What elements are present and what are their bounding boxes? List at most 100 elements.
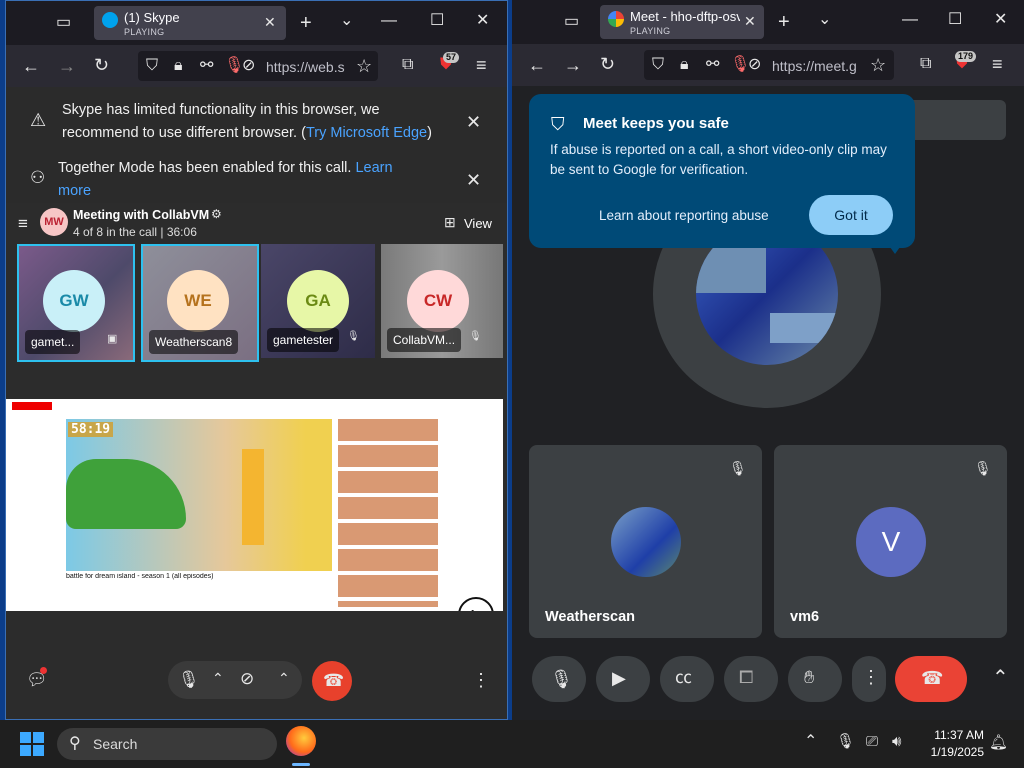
video-player[interactable]: 58:19	[66, 419, 332, 571]
taskbar-search-box[interactable]: ⚲ Search	[57, 728, 277, 760]
windows-start-icon[interactable]	[20, 732, 44, 756]
video-timer: 58:19	[68, 422, 114, 437]
meeting-details-bar[interactable]	[900, 100, 1006, 140]
screen-share-icon: ▣	[107, 333, 118, 345]
new-tab-icon[interactable]: +	[300, 13, 312, 33]
more-options-button[interactable]: ⋮	[852, 656, 886, 702]
new-tab-icon[interactable]: +	[778, 12, 790, 32]
maximize-icon[interactable]: ☐	[948, 12, 962, 28]
participant-tile[interactable]: 🎙︎ Weatherscan	[529, 445, 762, 638]
grid-view-icon[interactable]: ⊞	[444, 215, 456, 229]
camera-button[interactable]: ▶	[596, 656, 650, 702]
more-options-icon: ⋮	[862, 667, 880, 687]
forward-icon[interactable]: →	[564, 56, 582, 74]
network-icon[interactable]: ⎚	[866, 734, 878, 749]
maximize-icon[interactable]: ☐	[430, 13, 444, 29]
tab-list-icon[interactable]: ▭	[56, 15, 71, 31]
nav-bar: ← → ↻ ⛉ 🔒︎ ⚯ 🎙︎ ⊘ https://meet.g ☆ ⧉ ⛊ 1…	[512, 44, 1024, 86]
participant-name: CollabVM...	[387, 328, 462, 352]
tab-skype[interactable]: (1) Skype PLAYING ✕	[94, 6, 286, 40]
zoom-level-button[interactable]: 1x	[458, 597, 494, 611]
address-bar[interactable]: ⛉ 🔒︎ ⚯ 🎙︎ ⊘ https://meet.g ☆	[644, 50, 894, 80]
reload-icon[interactable]: ↻	[94, 56, 109, 74]
camera-icon: ▶	[612, 668, 626, 688]
end-call-button[interactable]: ☎	[312, 661, 352, 701]
settings-icon[interactable]: ⚙	[211, 208, 222, 220]
mic-muted-icon: 🎙︎	[729, 460, 747, 476]
tab-title: (1) Skype	[124, 10, 180, 25]
mic-muted-icon: 🎙︎	[469, 331, 482, 342]
camera-off-icon[interactable]: ⊘	[240, 670, 254, 687]
firefox-icon[interactable]	[286, 726, 316, 756]
tab-title: Meet - hho-dftp-osv	[630, 9, 740, 24]
close-window-icon[interactable]: ✕	[994, 12, 1007, 28]
mic-muted-icon[interactable]: 🎙︎	[178, 671, 200, 688]
mic-button[interactable]: 🎙︎	[532, 656, 586, 702]
extensions-icon[interactable]: ⧉	[402, 57, 413, 73]
meeting-avatar: MW	[40, 208, 68, 236]
hamburger-icon[interactable]: ≡	[18, 215, 28, 232]
extensions-icon[interactable]: ⧉	[920, 56, 931, 72]
chat-unread-dot	[40, 667, 47, 674]
learn-abuse-link[interactable]: Learn about reporting abuse	[599, 208, 769, 223]
mic-muted-icon: 🎙︎	[974, 460, 992, 476]
chevron-up-icon[interactable]: ⌃	[804, 734, 817, 750]
participant-tile[interactable]: WE Weatherscan8	[141, 244, 259, 362]
leave-call-button[interactable]: ☎	[895, 656, 967, 702]
close-banner-icon[interactable]: ✕	[466, 113, 481, 131]
permissions-icon: ⚯	[200, 57, 214, 74]
popup-title: Meet keeps you safe	[583, 115, 729, 132]
bookmark-star-icon[interactable]: ☆	[870, 56, 886, 74]
more-options-icon[interactable]: ⋮	[472, 671, 490, 689]
chevron-up-icon[interactable]: ⌃	[212, 671, 224, 685]
meeting-title[interactable]: Meeting with CollabVM	[73, 208, 209, 222]
shared-screen[interactable]: 58:19 battle for dream island - season 1…	[6, 399, 503, 611]
participant-tile[interactable]: CW CollabVM... 🎙︎	[381, 244, 503, 358]
got-it-button[interactable]: Got it	[809, 195, 893, 235]
permissions-icon: ⚯	[706, 56, 720, 73]
tab-list-icon[interactable]: ▭	[564, 14, 579, 30]
volume-icon[interactable]: 🔊︎	[892, 734, 901, 749]
chevron-up-icon[interactable]: ⌃	[278, 671, 290, 685]
back-icon[interactable]: ←	[528, 56, 546, 74]
participant-name: Weatherscan	[545, 609, 635, 625]
camera-blocked-icon: ⊘	[748, 56, 762, 73]
chevron-up-icon[interactable]: ⌃	[992, 668, 1009, 688]
reload-icon[interactable]: ↻	[600, 55, 615, 73]
forward-icon[interactable]: →	[58, 57, 76, 75]
menu-icon[interactable]: ≡	[992, 55, 1003, 73]
chevron-down-icon[interactable]: ⌄	[818, 12, 831, 28]
address-bar[interactable]: ⛉ 🔒︎ ⚯ 🎙︎ ⊘ https://web.s ☆	[138, 51, 378, 81]
meeting-header: ≡ MW Meeting with CollabVM ⚙ 4 of 8 in t…	[6, 203, 507, 243]
close-window-icon[interactable]: ✕	[476, 13, 489, 29]
participant-name: gamet...	[25, 330, 81, 354]
clock-date[interactable]: 1/19/2025	[920, 745, 984, 759]
captions-icon: ㏄	[675, 668, 692, 687]
mic-icon[interactable]: 🎙︎	[836, 734, 855, 749]
bookmark-star-icon[interactable]: ☆	[356, 57, 372, 75]
view-button[interactable]: View	[464, 216, 492, 231]
minimize-icon[interactable]: —	[381, 13, 397, 29]
close-tab-icon[interactable]: ✕	[264, 15, 276, 29]
close-tab-icon[interactable]: ✕	[744, 14, 756, 28]
try-edge-link[interactable]: Try Microsoft Edge	[306, 125, 427, 141]
participant-tile[interactable]: GW gamet... ▣	[17, 244, 135, 362]
tab-meet[interactable]: Meet - hho-dftp-osv PLAYING ✕	[600, 5, 764, 39]
back-icon[interactable]: ←	[22, 57, 40, 75]
participant-tile[interactable]: 🎙︎ V vm6	[774, 445, 1007, 638]
captions-button[interactable]: ㏄	[660, 656, 714, 702]
participant-name: Weatherscan8	[149, 330, 239, 354]
chevron-down-icon[interactable]: ⌄	[340, 13, 353, 29]
participant-tile[interactable]: GA gametester 🎙︎	[261, 244, 375, 358]
menu-icon[interactable]: ≡	[476, 56, 487, 74]
clock-time[interactable]: 11:37 AM	[924, 728, 984, 742]
raise-hand-button[interactable]: ✋︎	[788, 656, 842, 702]
shield-icon: ⛉	[146, 57, 159, 74]
notification-bell-icon[interactable]: 🔔︎	[989, 735, 1008, 750]
close-banner-icon[interactable]: ✕	[466, 171, 481, 189]
minimize-icon[interactable]: —	[902, 12, 918, 28]
meet-favicon	[608, 11, 624, 27]
meeting-subtitle: 4 of 8 in the call | 36:06	[73, 225, 197, 239]
present-button[interactable]: ⧠	[724, 656, 778, 702]
hang-up-icon: ☎	[323, 671, 345, 690]
